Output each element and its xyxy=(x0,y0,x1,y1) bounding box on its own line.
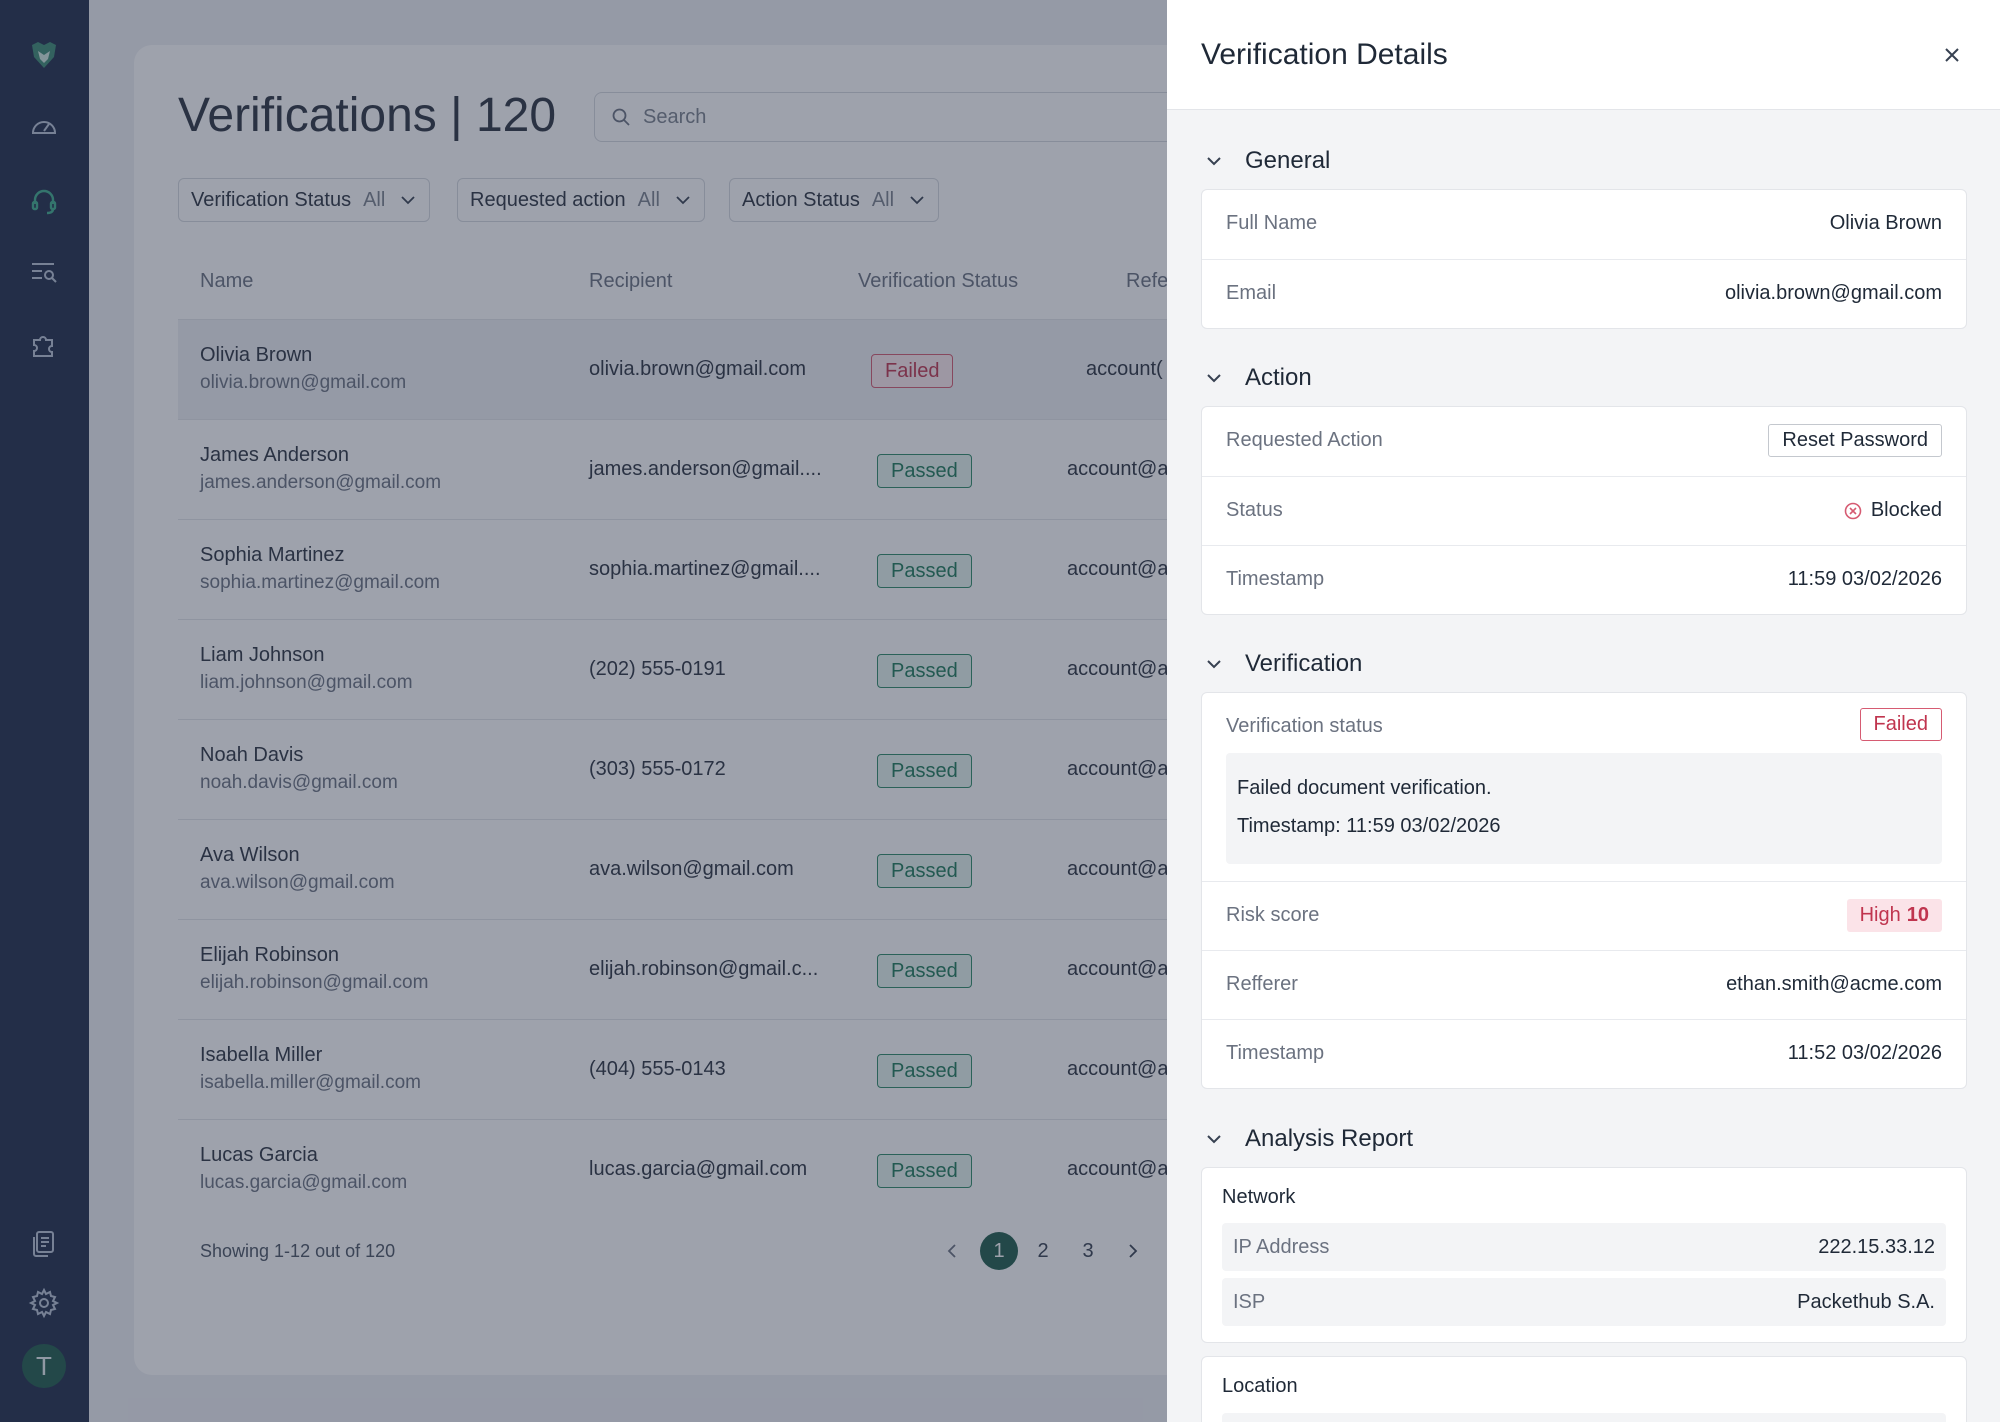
close-icon xyxy=(1945,48,1959,62)
drawer-header: Verification Details xyxy=(1167,0,2000,110)
detail-value: Olivia Brown xyxy=(1829,212,1942,234)
section-title: General xyxy=(1245,147,1331,174)
modal-backdrop[interactable] xyxy=(0,0,1167,1422)
detail-row-ip-address: IP Address 222.15.33.12 xyxy=(1222,1223,1946,1271)
detail-value: 11:52 03/02/2026 xyxy=(1787,1042,1942,1064)
note-line: Timestamp: 11:59 03/02/2026 xyxy=(1237,815,1501,837)
general-panel: Full Name Olivia Brown Email olivia.brow… xyxy=(1201,189,1967,329)
section-title: Action xyxy=(1245,364,1312,391)
blocked-circle-x-icon xyxy=(1844,502,1862,519)
detail-row-timestamp: Timestamp 11:59 03/02/2026 xyxy=(1202,545,1966,614)
detail-label: Verification status xyxy=(1226,715,1383,737)
section-title: Analysis Report xyxy=(1245,1125,1414,1152)
section-analysis-report-toggle[interactable]: Analysis Report xyxy=(1203,1125,1413,1153)
detail-row-full-name: Full Name Olivia Brown xyxy=(1202,190,1966,259)
drawer-title: Verification Details xyxy=(1201,38,1448,71)
detail-row-requested-action: Requested Action Reset Password xyxy=(1202,407,1966,476)
detail-label: ISP xyxy=(1233,1291,1266,1313)
status-text: Blocked xyxy=(1870,499,1942,521)
verification-details-drawer: Verification Details General Full Name O… xyxy=(1167,0,2000,1422)
detail-label: Refferer xyxy=(1226,973,1298,995)
requested-action-tag: Reset Password xyxy=(1768,424,1942,457)
detail-row-verification-status: Verification status Failed Failed docume… xyxy=(1202,693,1966,881)
verification-failed-badge: Failed xyxy=(1859,708,1942,741)
detail-label: Status xyxy=(1226,499,1283,521)
detail-label: Requested Action xyxy=(1226,429,1383,451)
detail-label: Timestamp xyxy=(1226,1042,1325,1064)
risk-value: 10 xyxy=(1906,904,1929,926)
location-row xyxy=(1222,1413,1946,1422)
chevron-down-icon xyxy=(1207,660,1221,669)
detail-value: 222.15.33.12 xyxy=(1818,1236,1935,1258)
section-verification-toggle[interactable]: Verification xyxy=(1203,650,1362,678)
chevron-down-icon xyxy=(1207,1135,1221,1144)
detail-value: Packethub S.A. xyxy=(1797,1291,1935,1313)
close-button[interactable] xyxy=(1937,40,1967,70)
detail-label: Full Name xyxy=(1226,212,1318,234)
section-action-toggle[interactable]: Action xyxy=(1203,364,1312,392)
location-title: Location xyxy=(1222,1375,1298,1397)
detail-row-email: Email olivia.brown@gmail.com xyxy=(1202,259,1966,328)
verification-note: Failed document verification. Timestamp:… xyxy=(1226,753,1942,864)
detail-row-status: Status Blocked xyxy=(1202,476,1966,545)
network-title: Network xyxy=(1222,1186,1296,1208)
detail-label: IP Address xyxy=(1233,1236,1330,1258)
risk-score-badge: High 10 xyxy=(1846,899,1942,932)
network-panel: Network IP Address 222.15.33.12 ISP Pack… xyxy=(1201,1167,1967,1343)
chevron-down-icon xyxy=(1207,157,1221,166)
detail-row-timestamp: Timestamp 11:52 03/02/2026 xyxy=(1202,1019,1966,1088)
verification-panel: Verification status Failed Failed docume… xyxy=(1201,692,1967,1089)
section-general-toggle[interactable]: General xyxy=(1203,147,1330,175)
action-panel: Requested Action Reset Password Status B… xyxy=(1201,406,1967,615)
detail-label: Risk score xyxy=(1226,904,1320,926)
detail-value: ethan.smith@acme.com xyxy=(1726,973,1942,995)
section-title: Verification xyxy=(1245,650,1363,677)
chevron-down-icon xyxy=(1207,374,1221,383)
detail-label: Timestamp xyxy=(1226,568,1325,590)
location-panel: Location xyxy=(1201,1356,1967,1422)
detail-row-risk-score: Risk score High 10 xyxy=(1202,881,1966,950)
detail-row-referrer: Refferer ethan.smith@acme.com xyxy=(1202,950,1966,1019)
note-line: Failed document verification. xyxy=(1237,777,1492,799)
detail-label: Email xyxy=(1226,282,1277,304)
detail-value: 11:59 03/02/2026 xyxy=(1787,568,1942,590)
status-blocked: Blocked xyxy=(1843,499,1942,522)
risk-level: High xyxy=(1859,904,1901,926)
detail-value: olivia.brown@gmail.com xyxy=(1724,282,1942,304)
detail-row-isp: ISP Packethub S.A. xyxy=(1222,1278,1946,1326)
